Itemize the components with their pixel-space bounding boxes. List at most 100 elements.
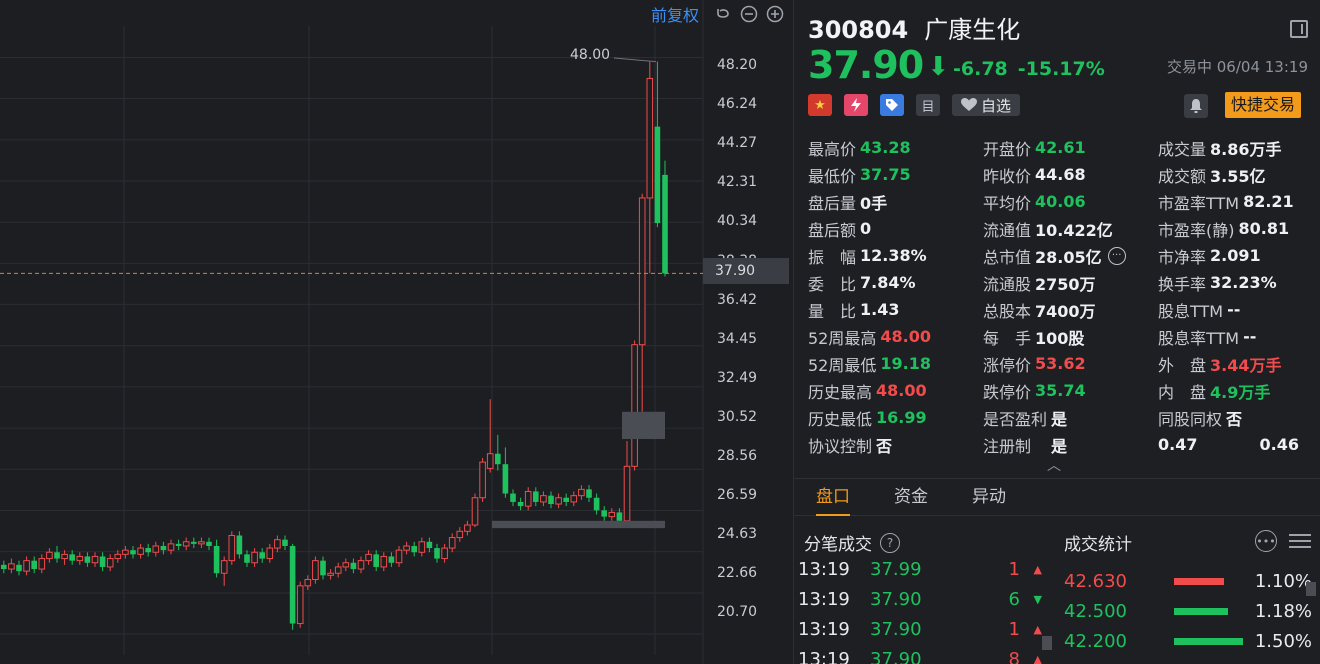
price-tick-label: 28.56 bbox=[717, 448, 758, 464]
price-tick-label: 42.31 bbox=[717, 174, 758, 191]
candle bbox=[434, 543, 440, 563]
tick-time: 13:19 bbox=[798, 648, 850, 664]
kline-chart[interactable] bbox=[0, 0, 793, 664]
candle bbox=[191, 537, 197, 549]
candle-body bbox=[304, 579, 312, 587]
candle-body bbox=[312, 560, 319, 581]
stat-row: 委 比 7.84% 流通股 2750万 换手率 32.23% bbox=[808, 269, 1313, 296]
tick-price: 37.90 bbox=[870, 648, 922, 664]
alert-bell-icon[interactable] bbox=[1184, 94, 1208, 118]
candle bbox=[220, 556, 228, 586]
stat-item: 52周最高 48.00 bbox=[808, 325, 983, 349]
candle bbox=[69, 550, 75, 565]
stat-label: 流通值 bbox=[983, 220, 1032, 240]
tag-icon[interactable] bbox=[880, 94, 904, 116]
candle-body bbox=[411, 545, 417, 553]
candle-body bbox=[616, 512, 623, 521]
stat-value: 1.43 bbox=[860, 300, 900, 319]
list-view-icon[interactable] bbox=[1289, 530, 1311, 552]
stat-value: 53.62 bbox=[1035, 354, 1086, 373]
stat-item: 市盈率(静) 80.81 bbox=[1158, 217, 1313, 241]
candle-body bbox=[320, 560, 326, 576]
candle-body bbox=[654, 126, 661, 224]
collapse-chevron-icon[interactable]: ︿ bbox=[1047, 455, 1061, 475]
tick-trades-label: 分笔成交 bbox=[804, 535, 872, 555]
tab-movements[interactable]: 异动 bbox=[950, 479, 1028, 515]
more-options-icon[interactable]: ••• bbox=[1255, 530, 1277, 552]
candle-body bbox=[395, 549, 403, 564]
stat-value: 16.99 bbox=[876, 408, 927, 427]
candle-body bbox=[91, 555, 99, 564]
volume-row: 42.630 1.10% bbox=[1064, 566, 1314, 596]
stat-item: 是否盈利是 bbox=[983, 406, 1158, 430]
price-change-pct: -15.17% bbox=[1017, 58, 1105, 80]
watch-label: 自选 bbox=[981, 96, 1012, 115]
quick-trade-button[interactable]: 快捷交易 bbox=[1225, 92, 1302, 118]
scrollbar-thumb[interactable] bbox=[1306, 582, 1316, 596]
candle bbox=[61, 550, 68, 565]
restore-rights-button[interactable]: 前复权 bbox=[651, 2, 699, 26]
trading-status: 交易中 06/04 13:19 bbox=[1167, 58, 1308, 76]
stat-item: 股息率TTM -- bbox=[1158, 325, 1313, 349]
volume-row: 42.100 0.00% bbox=[1064, 656, 1314, 664]
panel-layout-icon[interactable] bbox=[1290, 20, 1308, 38]
tick-price: 37.99 bbox=[870, 558, 922, 580]
add-watchlist-button[interactable]: 自选 bbox=[952, 94, 1021, 116]
tick-volume: 1 bbox=[1008, 558, 1020, 580]
stat-row: 52周最低 19.18 涨停价 53.62 外 盘 3.44万手 bbox=[808, 350, 1313, 377]
stats-grid: 最高价 43.28 开盘价 42.61 成交量 8.86万手 最低价 37.75 昨收价 44.6… bbox=[808, 134, 1313, 458]
candle-body bbox=[182, 541, 190, 547]
candle bbox=[441, 543, 448, 563]
candle bbox=[448, 533, 456, 553]
stock-name: 广康生化 bbox=[924, 16, 1021, 44]
candle bbox=[38, 554, 46, 574]
volume-price: 42.100 bbox=[1064, 661, 1174, 664]
stat-value: 12.38% bbox=[860, 246, 927, 265]
kline-chart-area[interactable]: 前复权 48.2046.2444.2742.3140.3438.3836.423… bbox=[0, 0, 793, 664]
stat-label: 涨停价 bbox=[983, 355, 1032, 375]
scrollbar-thumb[interactable] bbox=[1042, 636, 1052, 650]
candle bbox=[130, 545, 136, 559]
candle-body bbox=[357, 560, 365, 570]
document-icon[interactable]: 目 bbox=[916, 94, 940, 116]
candle bbox=[31, 556, 37, 574]
candle bbox=[342, 558, 350, 572]
china-flag-icon: ★ bbox=[808, 94, 832, 116]
triangle-down-icon: ▼ bbox=[1033, 592, 1042, 606]
candle bbox=[533, 487, 539, 507]
stat-item: 52周最低 19.18 bbox=[808, 352, 983, 376]
tick-list[interactable]: 13:19 37.99 1 ▲ 13:19 37.90 6 ▼ 13:19 37.90 1 ▲ 13:1… bbox=[798, 554, 1048, 664]
candle bbox=[395, 545, 403, 567]
candle-body bbox=[563, 497, 569, 502]
tab-orderbook[interactable]: 盘口 bbox=[794, 479, 872, 516]
candle-body bbox=[608, 511, 616, 518]
volume-list[interactable]: 42.630 1.10% 42.500 1.18% 42.200 1.50% 42.100 0… bbox=[1064, 566, 1314, 664]
flash-icon[interactable] bbox=[844, 94, 868, 116]
stat-label: 历史最高 bbox=[808, 382, 873, 402]
stat-item: 外 盘 3.44万手 bbox=[1158, 352, 1313, 376]
stat-value: 是 bbox=[1051, 409, 1068, 429]
candle bbox=[84, 552, 91, 567]
candle-body bbox=[434, 548, 440, 559]
triangle-up-icon: ▲ bbox=[1033, 622, 1042, 636]
candle bbox=[76, 552, 84, 565]
stat-label: 股息率TTM bbox=[1158, 328, 1240, 348]
candle-body bbox=[137, 547, 144, 555]
stat-row: 历史最低 16.99 是否盈利是同股同权否 bbox=[808, 404, 1313, 431]
candle bbox=[228, 531, 236, 565]
stat-label: 平均价 bbox=[983, 193, 1032, 213]
tab-funds[interactable]: 资金 bbox=[872, 479, 950, 515]
stat-label: 股息TTM bbox=[1158, 301, 1224, 321]
candle-body bbox=[282, 539, 288, 546]
more-icon[interactable]: ··· bbox=[1107, 246, 1126, 265]
candle-body bbox=[69, 554, 75, 561]
candle-body bbox=[524, 490, 532, 507]
stat-item: 历史最高 48.00 bbox=[808, 379, 983, 403]
stat-value: 37.75 bbox=[860, 165, 911, 184]
stat-value: 82.21 bbox=[1243, 192, 1294, 211]
stat-row: 振 幅 12.38% 总市值 28.05亿 ··· 市净率 2.091 bbox=[808, 242, 1313, 269]
candle-body bbox=[418, 541, 426, 553]
candle bbox=[426, 537, 433, 553]
tick-row: 13:19 37.90 8 ▲ bbox=[798, 644, 1048, 664]
help-icon[interactable]: ? bbox=[880, 532, 900, 553]
